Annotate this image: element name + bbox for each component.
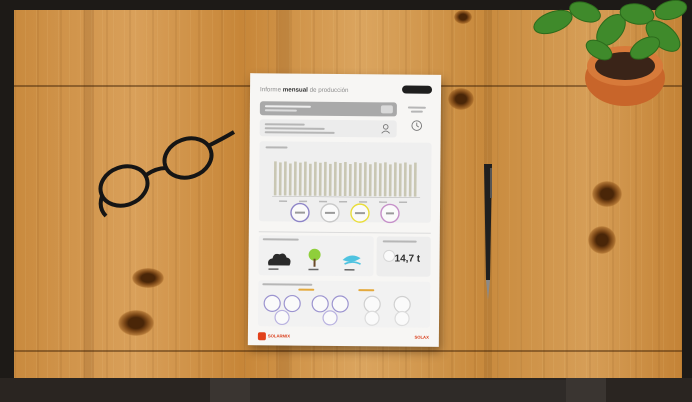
potted-plant [533,0,688,106]
wood-knot [592,181,622,207]
title-bold: mensual [282,86,308,94]
owner-box [259,119,397,138]
user-icon [381,124,391,134]
wood-knot [118,310,154,336]
period-box [402,102,432,138]
chair-leg [566,378,606,402]
pen [484,164,492,300]
clock-icon [411,120,422,131]
emissions-panel [258,235,374,277]
wood-knot [132,268,164,288]
section-divider [258,231,431,234]
comparison-panel [257,280,431,328]
desk-scene: Informe mensual de producción 14,7 t SOL… [0,0,692,402]
wood-knot [448,88,474,110]
wood-knot [588,226,616,254]
glasses-icon [98,130,236,218]
plank-seam [14,350,682,352]
report-sheet: Informe mensual de producción 14,7 t SOL… [247,73,442,347]
brand-logo-icon [257,332,266,341]
kpi-gauges [290,202,400,224]
chair-back [222,380,592,402]
total-value: 14,7 t [394,253,421,265]
title-suffix: de producción [309,86,349,95]
report-title: Informe mensual de producción [260,86,348,94]
chair-leg [210,378,250,402]
brand-right: SOLAX [414,334,429,340]
eco-icons [268,248,361,271]
date-pill [402,85,433,94]
title-prefix: Informe [260,86,282,94]
brand-left: SOLARMIX [267,333,291,339]
wood-knot [454,10,472,24]
comparison-gauges [263,294,411,327]
installation-box [259,101,397,117]
